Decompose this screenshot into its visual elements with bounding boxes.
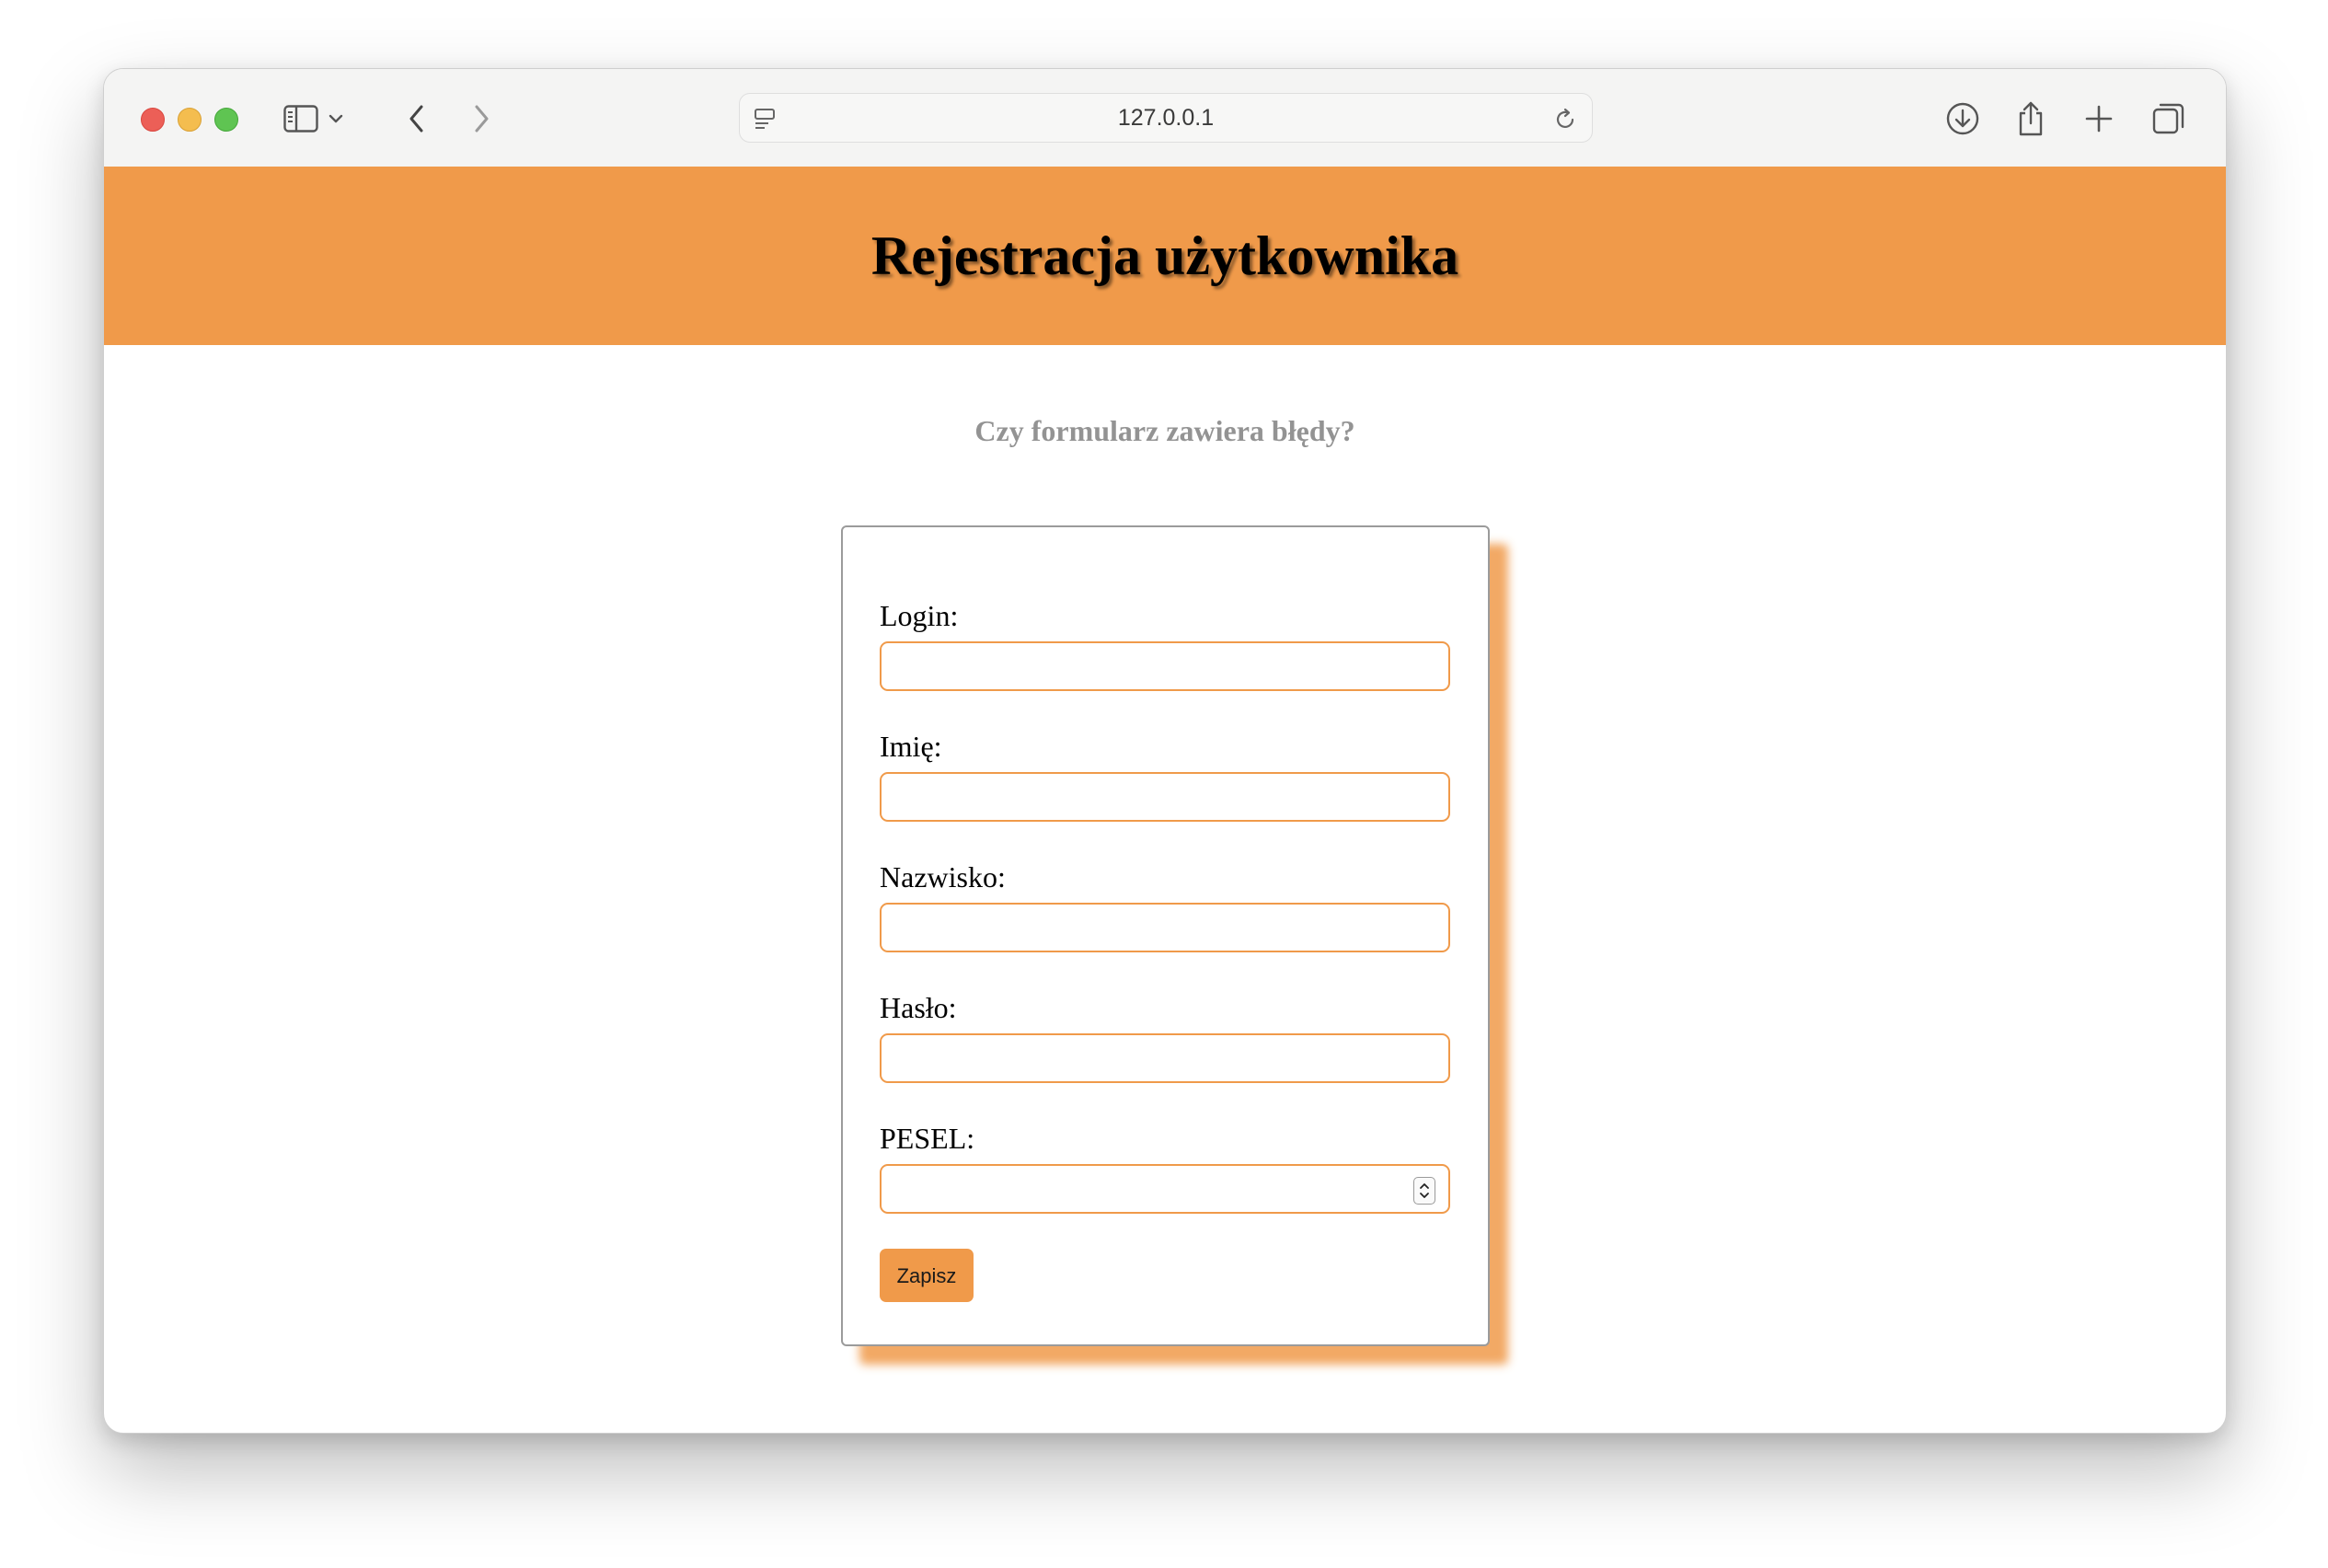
new-tab-icon[interactable] xyxy=(2079,98,2119,139)
page-header: Rejestracja użytkownika xyxy=(104,167,2226,345)
share-icon[interactable] xyxy=(2011,98,2051,139)
page-subtitle: Czy formularz zawiera błędy? xyxy=(974,414,1355,447)
registration-form: Login: Imię: Nazwisko: Hasło: PESEL: Zap… xyxy=(841,525,1490,1346)
chevron-down-icon[interactable] xyxy=(321,98,351,139)
save-button[interactable]: Zapisz xyxy=(880,1249,974,1302)
browser-toolbar: 127.0.0.1 xyxy=(104,69,2226,167)
browser-window: 127.0.0.1 Rejestracja użytkownika Czy fo… xyxy=(103,68,2227,1434)
download-icon[interactable] xyxy=(1942,98,1983,139)
reload-icon[interactable] xyxy=(1551,105,1581,133)
forward-arrow-icon[interactable] xyxy=(461,98,501,139)
pesel-label: PESEL: xyxy=(880,1122,975,1155)
address-url-text: 127.0.0.1 xyxy=(1117,105,1215,131)
back-arrow-icon[interactable] xyxy=(397,98,437,139)
minimize-window-button[interactable] xyxy=(178,108,202,132)
login-label: Login: xyxy=(880,599,959,632)
first-name-label: Imię: xyxy=(880,730,942,763)
last-name-label: Nazwisko: xyxy=(880,860,1006,894)
first-name-input[interactable] xyxy=(880,772,1450,822)
page-title: Rejestracja użytkownika xyxy=(870,225,1459,286)
login-input[interactable] xyxy=(880,641,1450,691)
sidebar-toggle-icon[interactable] xyxy=(281,98,321,139)
password-label: Hasło: xyxy=(880,991,957,1024)
stepper-arrows-icon xyxy=(1420,1183,1429,1198)
address-bar[interactable]: 127.0.0.1 xyxy=(739,93,1593,143)
tab-overview-icon[interactable] xyxy=(2149,98,2189,139)
close-window-button[interactable] xyxy=(141,108,165,132)
last-name-input[interactable] xyxy=(880,903,1450,952)
zoom-window-button[interactable] xyxy=(214,108,238,132)
number-stepper[interactable] xyxy=(1413,1177,1435,1205)
password-input[interactable] xyxy=(880,1033,1450,1083)
pesel-input[interactable] xyxy=(880,1164,1450,1214)
